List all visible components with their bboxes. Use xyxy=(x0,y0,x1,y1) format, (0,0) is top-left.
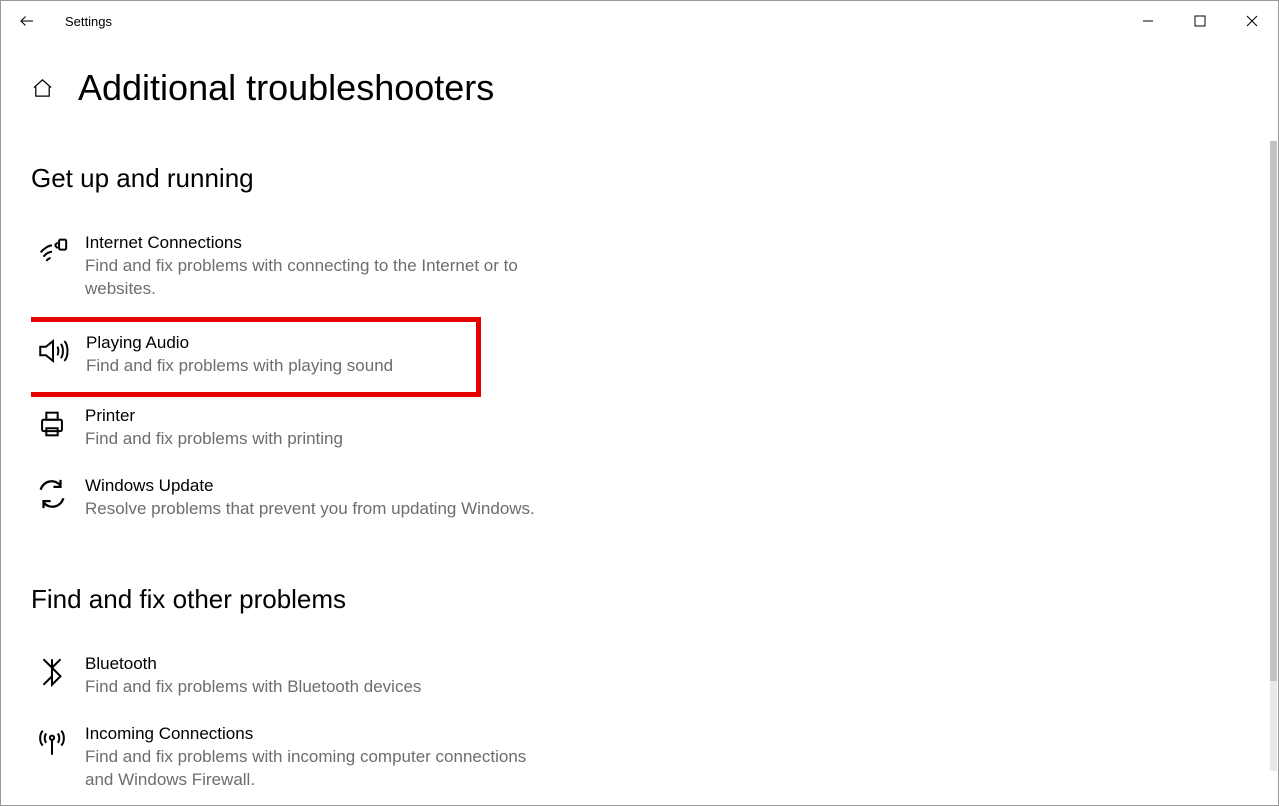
troubleshooter-desc: Find and fix problems with connecting to… xyxy=(85,255,545,301)
troubleshooter-desc: Find and fix problems with printing xyxy=(85,428,545,451)
troubleshooter-text: Windows Update Resolve problems that pre… xyxy=(85,475,591,521)
troubleshooter-desc: Find and fix problems with Bluetooth dev… xyxy=(85,676,545,699)
page-title: Additional troubleshooters xyxy=(78,67,494,109)
section-get-up-and-running: Get up and running Internet Connections … xyxy=(31,163,1260,536)
printer-icon xyxy=(31,405,73,441)
close-button[interactable] xyxy=(1226,3,1278,39)
antenna-icon xyxy=(31,723,73,759)
troubleshooter-incoming-connections[interactable]: Incoming Connections Find and fix proble… xyxy=(31,715,591,805)
maximize-icon xyxy=(1194,15,1206,27)
minimize-button[interactable] xyxy=(1122,3,1174,39)
troubleshooter-windows-update[interactable]: Windows Update Resolve problems that pre… xyxy=(31,467,591,537)
scrollbar-thumb[interactable] xyxy=(1270,141,1277,681)
close-icon xyxy=(1246,15,1258,27)
home-button[interactable] xyxy=(31,77,54,100)
titlebar: Settings xyxy=(1,1,1278,41)
scrollbar[interactable] xyxy=(1270,141,1277,771)
titlebar-left: Settings xyxy=(9,3,112,39)
troubleshooter-desc: Find and fix problems with playing sound xyxy=(86,355,470,378)
page-title-row: Additional troubleshooters xyxy=(31,67,1260,109)
home-icon xyxy=(31,77,54,100)
minimize-icon xyxy=(1142,15,1154,27)
troubleshooter-desc: Find and fix problems with incoming comp… xyxy=(85,746,545,792)
troubleshooter-list: Internet Connections Find and fix proble… xyxy=(31,224,1260,536)
troubleshooter-title: Incoming Connections xyxy=(85,723,591,746)
troubleshooter-bluetooth[interactable]: Bluetooth Find and fix problems with Blu… xyxy=(31,645,591,715)
bluetooth-icon xyxy=(31,653,73,689)
section-title: Get up and running xyxy=(31,163,1260,194)
content-area: Additional troubleshooters Get up and ru… xyxy=(31,67,1260,805)
back-button[interactable] xyxy=(9,3,45,39)
troubleshooter-text: Printer Find and fix problems with print… xyxy=(85,405,591,451)
speaker-icon xyxy=(32,332,74,368)
section-find-and-fix: Find and fix other problems Bluetooth Fi… xyxy=(31,584,1260,805)
section-title: Find and fix other problems xyxy=(31,584,1260,615)
troubleshooter-title: Windows Update xyxy=(85,475,591,498)
troubleshooter-text: Bluetooth Find and fix problems with Blu… xyxy=(85,653,591,699)
troubleshooter-printer[interactable]: Printer Find and fix problems with print… xyxy=(31,397,591,467)
troubleshooter-title: Playing Audio xyxy=(86,332,470,355)
troubleshooter-title: Bluetooth xyxy=(85,653,591,676)
refresh-icon xyxy=(31,475,73,511)
troubleshooter-list: Bluetooth Find and fix problems with Blu… xyxy=(31,645,1260,805)
maximize-button[interactable] xyxy=(1174,3,1226,39)
wifi-icon xyxy=(31,232,73,268)
window-controls xyxy=(1122,3,1278,39)
troubleshooter-desc: Resolve problems that prevent you from u… xyxy=(85,498,545,521)
troubleshooter-title: Internet Connections xyxy=(85,232,591,255)
app-title: Settings xyxy=(65,14,112,29)
troubleshooter-text: Internet Connections Find and fix proble… xyxy=(85,232,591,301)
troubleshooter-title: Printer xyxy=(85,405,591,428)
troubleshooter-playing-audio[interactable]: Playing Audio Find and fix problems with… xyxy=(31,317,481,397)
troubleshooter-internet-connections[interactable]: Internet Connections Find and fix proble… xyxy=(31,224,591,317)
troubleshooter-text: Incoming Connections Find and fix proble… xyxy=(85,723,591,792)
troubleshooter-text: Playing Audio Find and fix problems with… xyxy=(86,332,470,378)
arrow-left-icon xyxy=(18,12,36,30)
